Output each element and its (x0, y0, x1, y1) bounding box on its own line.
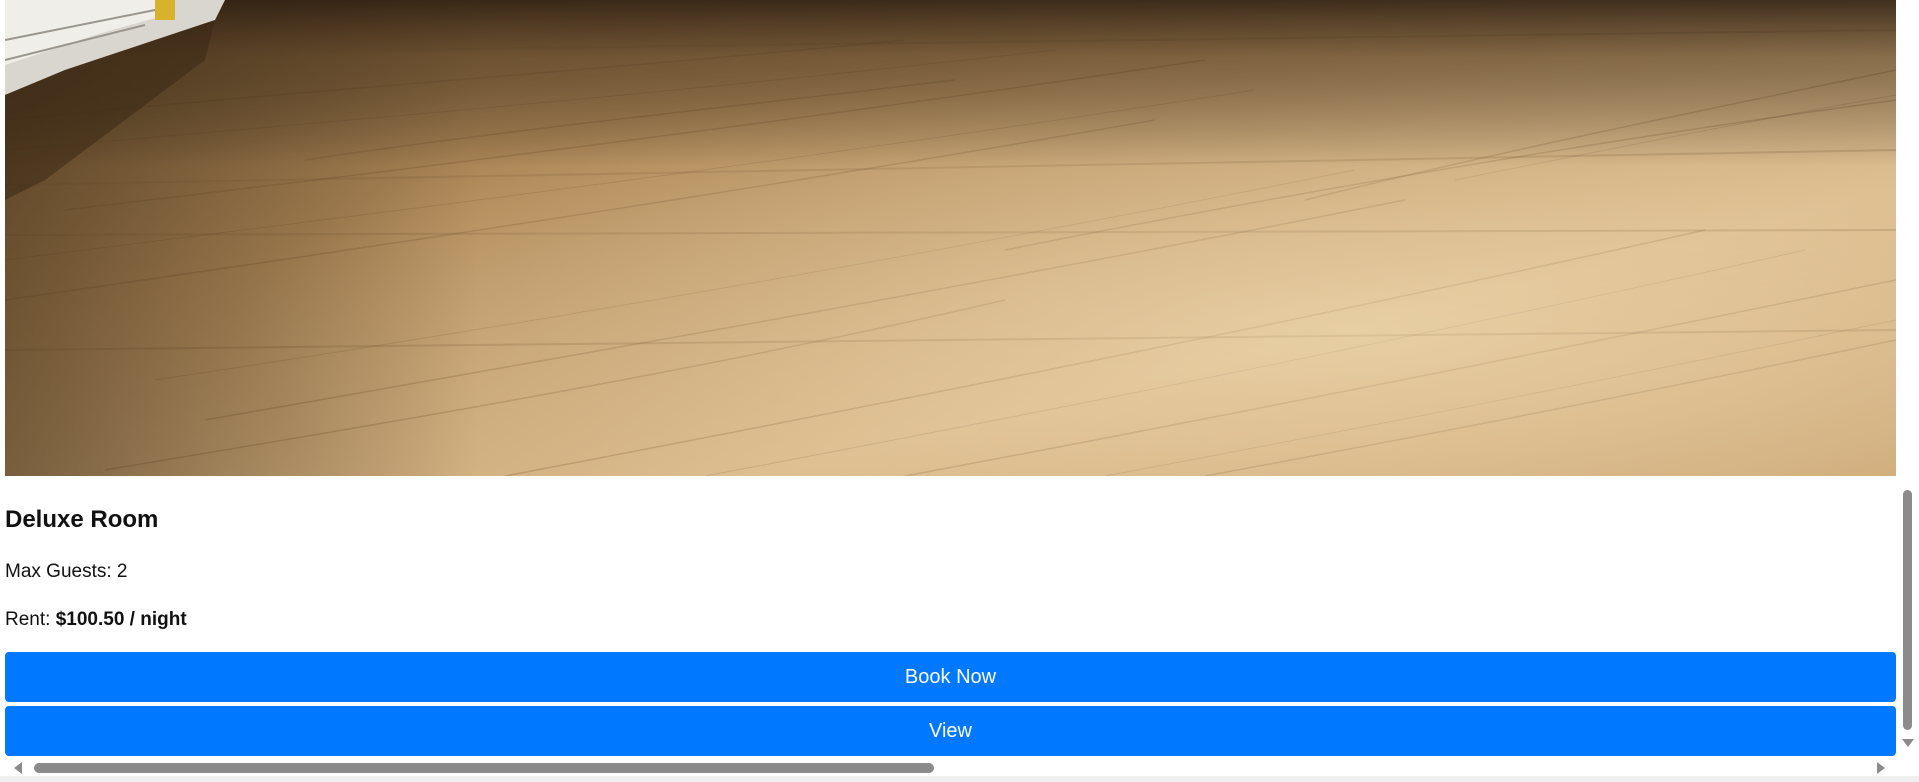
rent-label: Rent: (5, 609, 56, 630)
horizontal-scrollbar[interactable] (0, 760, 1898, 776)
rent-text: Rent: $100.50 / night (5, 608, 187, 632)
horizontal-scrollbar-thumb[interactable] (34, 763, 934, 773)
wood-floor-photo (5, 0, 1896, 476)
scroll-left-arrow-icon[interactable] (14, 762, 22, 774)
vertical-scrollbar[interactable] (1898, 0, 1919, 762)
room-card: Deluxe Room Max Guests: 2 Rent: $100.50 … (5, 0, 1896, 756)
max-guests-text: Max Guests: 2 (5, 561, 128, 582)
view-button[interactable]: View (5, 706, 1896, 756)
window-bottom-edge (0, 776, 1919, 782)
scroll-down-arrow-icon[interactable] (1902, 739, 1914, 747)
scroll-right-arrow-icon[interactable] (1877, 762, 1885, 774)
room-title: Deluxe Room (5, 506, 159, 533)
vertical-scrollbar-thumb[interactable] (1903, 490, 1912, 730)
rent-value: $100.50 / night (55, 609, 187, 630)
page-viewport: Deluxe Room Max Guests: 2 Rent: $100.50 … (0, 0, 1919, 782)
book-now-button[interactable]: Book Now (5, 652, 1896, 702)
room-image (5, 0, 1896, 476)
